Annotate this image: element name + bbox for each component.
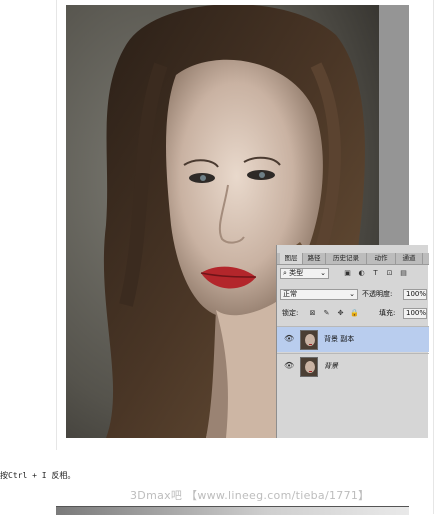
blend-mode-value: 正常	[283, 290, 297, 298]
layer-name[interactable]: 背景	[324, 362, 338, 371]
opacity-label: 不透明度:	[362, 290, 393, 298]
tab-history[interactable]: 历史记录	[326, 253, 367, 264]
chevron-down-icon: ⌄	[349, 290, 355, 298]
layer-thumbnail	[300, 330, 318, 350]
lock-label: 锁定:	[282, 309, 299, 317]
tab-paths[interactable]: 路径	[303, 253, 326, 264]
opacity-input[interactable]: 100%	[403, 289, 427, 300]
search-icon: ⌕	[283, 269, 287, 277]
layers-panel: 图层 路径 历史记录 动作 通道 ⌕ 类型 ⌄ ▣ ◐ T ⊡ ▤ 正常 ⌄ 不…	[276, 245, 429, 438]
text-filter-icon[interactable]: T	[371, 269, 380, 278]
content-border-left	[56, 0, 57, 450]
caption-text: 按Ctrl + I 反相。	[0, 471, 76, 480]
tab-channels[interactable]: 通道	[396, 253, 423, 264]
lock-all-icon[interactable]: 🔒	[350, 309, 359, 318]
image-filter-icon[interactable]: ▣	[343, 269, 352, 278]
blend-mode-select[interactable]: 正常 ⌄	[280, 289, 358, 300]
lock-position-icon[interactable]: ✥	[336, 309, 345, 318]
shape-filter-icon[interactable]: ⊡	[385, 269, 394, 278]
fill-input[interactable]: 100%	[403, 308, 427, 319]
fill-label: 填充:	[379, 309, 396, 317]
layer-row-background[interactable]: 👁 背景	[277, 353, 429, 379]
tab-layers[interactable]: 图层	[280, 253, 303, 264]
smart-object-filter-icon[interactable]: ▤	[399, 269, 408, 278]
layer-filter-select[interactable]: ⌕ 类型 ⌄	[280, 268, 329, 279]
content-border-right	[433, 0, 434, 514]
layer-thumbnail	[300, 357, 318, 377]
adjustment-filter-icon[interactable]: ◐	[357, 269, 366, 278]
lock-image-icon[interactable]: ✎	[322, 309, 331, 318]
lock-transparent-icon[interactable]: ⊠	[308, 309, 317, 318]
tab-actions[interactable]: 动作	[367, 253, 396, 264]
filter-type-label: 类型	[289, 269, 304, 277]
layer-name[interactable]: 背景 副本	[324, 335, 354, 344]
eye-icon[interactable]: 👁	[284, 335, 294, 343]
chevron-down-icon: ⌄	[320, 269, 326, 277]
eye-icon[interactable]: 👁	[284, 362, 294, 370]
layer-row-background-copy[interactable]: 👁 背景 副本	[277, 326, 429, 352]
watermark: 3Dmax吧 【www.lineeg.com/tieba/1771】	[130, 489, 370, 502]
panel-tab-bar: 图层 路径 历史记录 动作 通道	[277, 253, 429, 265]
